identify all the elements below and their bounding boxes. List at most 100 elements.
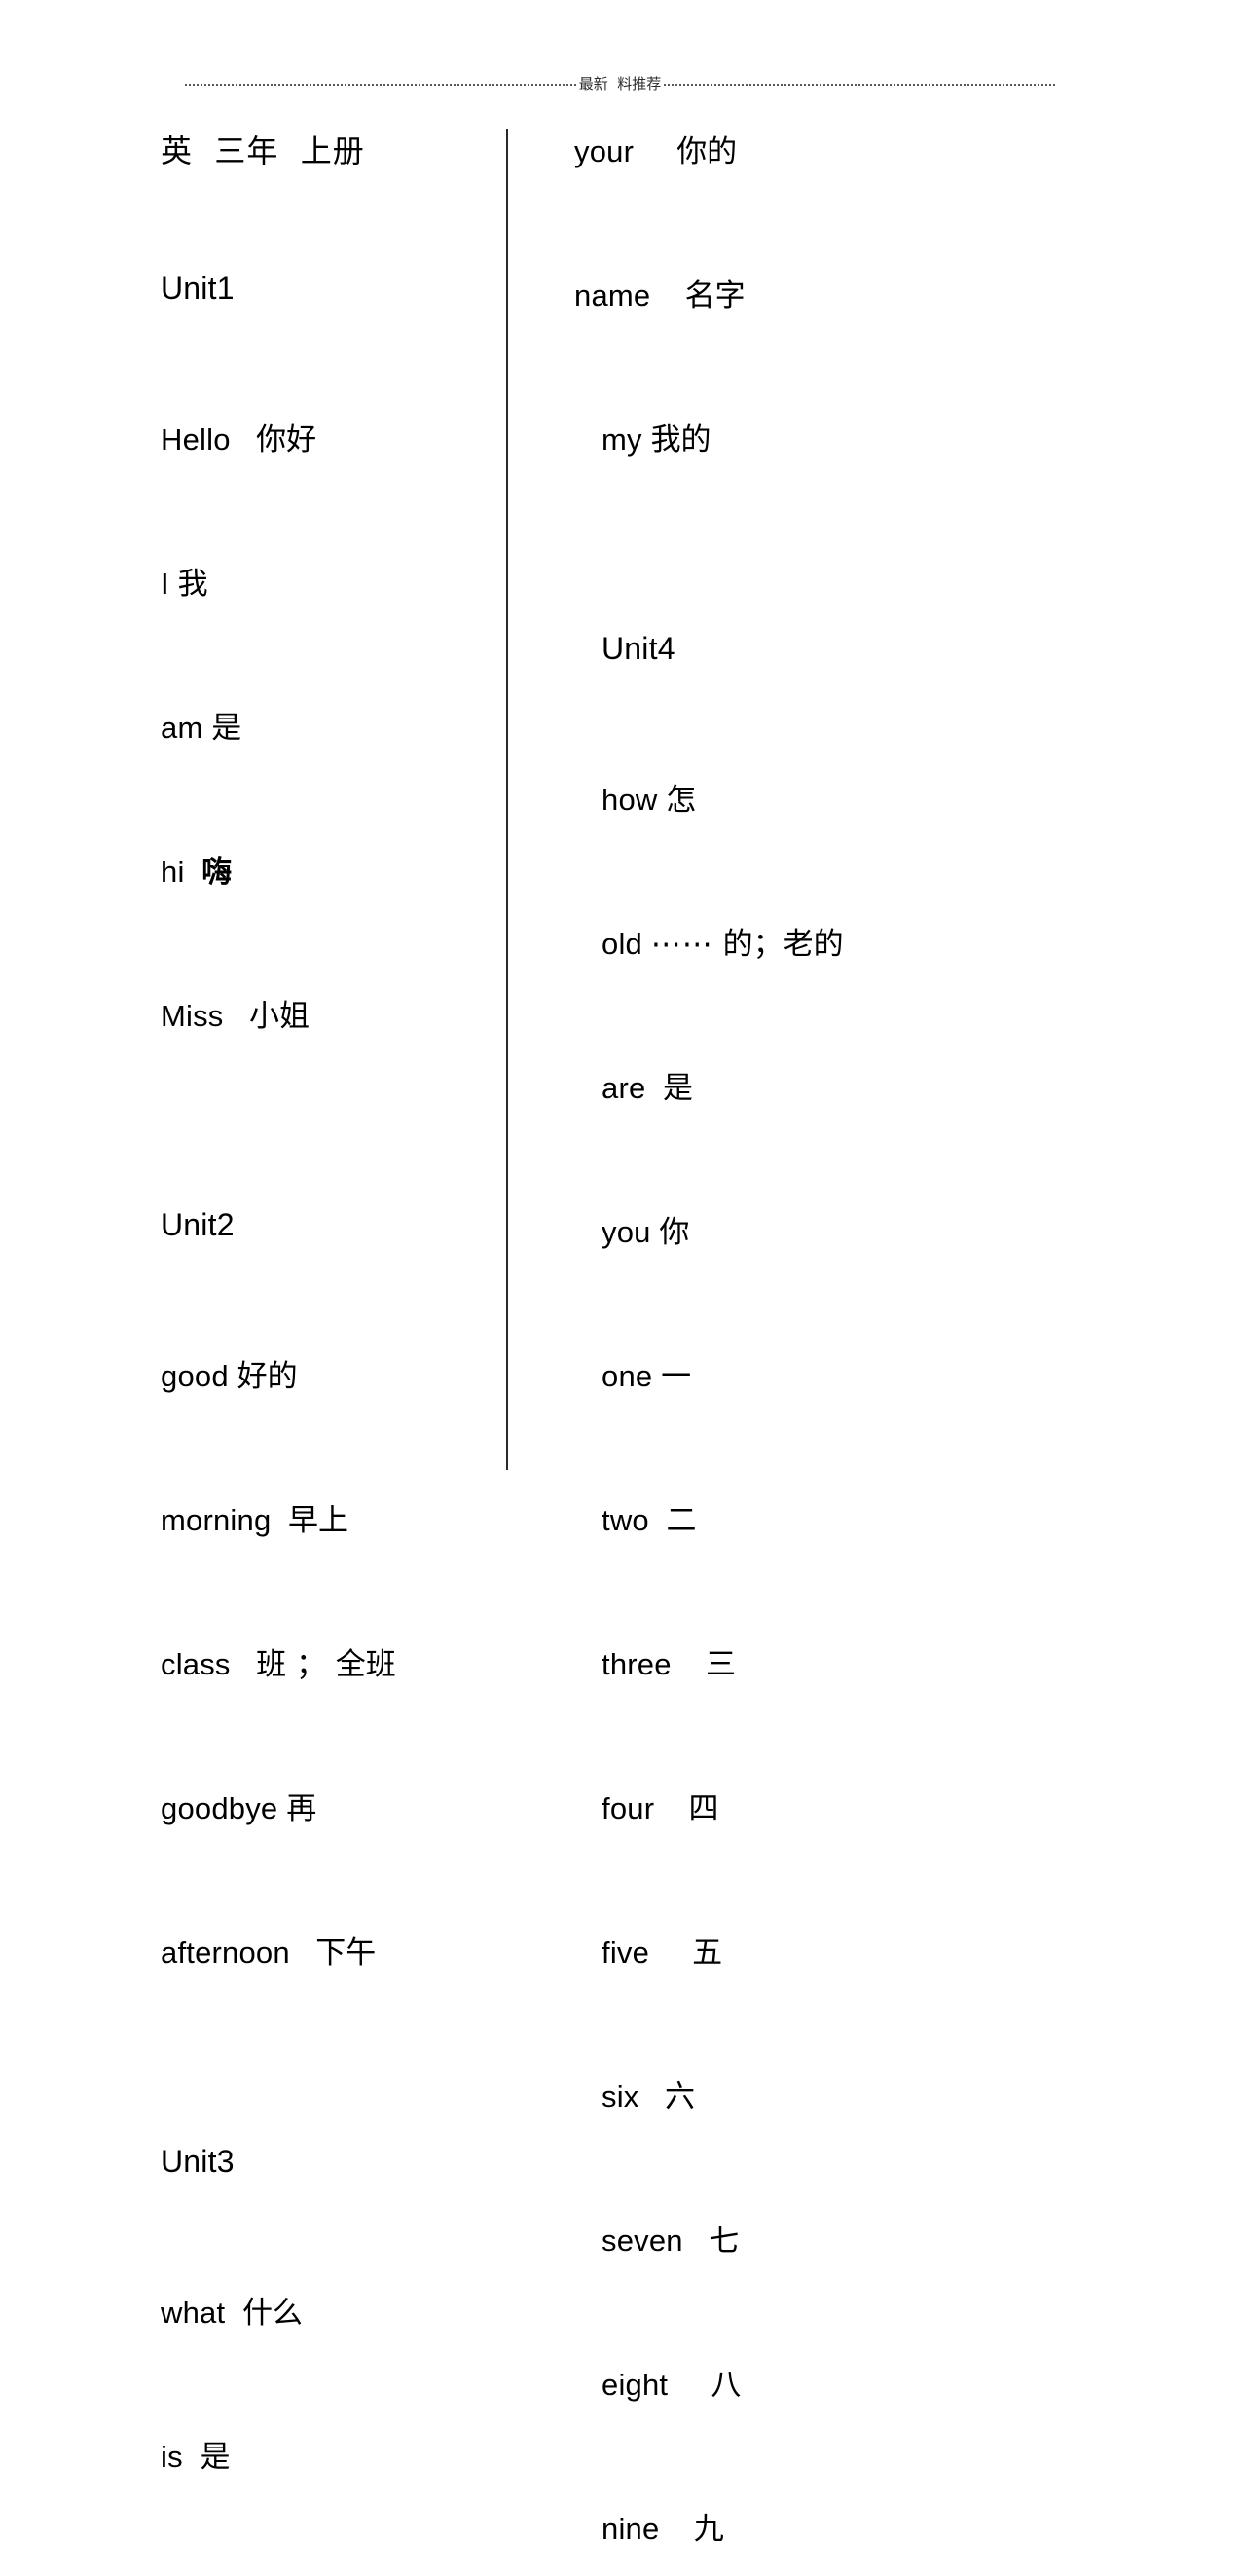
- vocabulary-english: Miss: [161, 999, 224, 1033]
- unit-heading: Unit1: [161, 271, 482, 343]
- vocabulary-entry: are 是: [574, 1063, 983, 1135]
- vocabulary-gap: [668, 2368, 711, 2403]
- spacer-row: [574, 1856, 983, 1928]
- vocabulary-gap: [634, 134, 676, 169]
- spacer-row: [574, 2000, 983, 2072]
- spacer-row: [574, 703, 983, 775]
- vocabulary-entry: am 是: [161, 703, 482, 775]
- vocabulary-english: five: [602, 1935, 650, 1969]
- spacer-row: [161, 199, 482, 271]
- vocabulary-english: what: [161, 2296, 226, 2330]
- vocabulary-english: I: [161, 567, 169, 601]
- spacer-row: [574, 2432, 983, 2504]
- vocabulary-chinese: 八: [711, 2368, 742, 2403]
- vocabulary-english: six: [602, 2079, 639, 2114]
- spacer-row: [574, 847, 983, 919]
- vocabulary-chinese: 班 ； 全班: [256, 1647, 396, 1682]
- vocabulary-chinese: 二: [666, 1503, 697, 1538]
- vocabulary-gap: [649, 1503, 667, 1538]
- vocabulary-chinese: 怎: [666, 783, 697, 818]
- vocabulary-entry: three 三: [574, 1639, 983, 1711]
- unit-heading: Unit3: [161, 2144, 482, 2216]
- vocabulary-entry: class 班 ； 全班: [161, 1639, 482, 1711]
- vocabulary-entry: five 五: [574, 1928, 983, 2000]
- spacer-row: [161, 1423, 482, 1495]
- vocabulary-chinese: 五: [692, 1935, 723, 1970]
- vocabulary-gap: [650, 278, 684, 313]
- vocabulary-entry: old ⋯⋯ 的；老的: [574, 919, 983, 991]
- vocabulary-gap: [649, 1935, 692, 1970]
- vocabulary-chinese: 好的: [237, 1359, 298, 1394]
- vocabulary-gap: [202, 711, 211, 746]
- spacer-row: [574, 1279, 983, 1351]
- vocabulary-entry: one 一: [574, 1351, 983, 1423]
- vocabulary-gap: [277, 1791, 286, 1826]
- spacer-row: [574, 991, 983, 1063]
- spacer-row: [574, 1423, 983, 1495]
- spacer-row: [161, 1711, 482, 1784]
- vocabulary-chinese: 名字: [684, 278, 746, 313]
- spacer-row: [161, 2360, 482, 2432]
- vocabulary-entry: eight 八: [574, 2360, 983, 2432]
- vocabulary-chinese: 下午: [315, 1935, 377, 1970]
- vocabulary-chinese: 是: [200, 2440, 231, 2475]
- spacer-row: [161, 1279, 482, 1351]
- spacer-row: [574, 199, 983, 271]
- vocabulary-english: four: [602, 1791, 655, 1825]
- vocabulary-chinese: 七: [709, 2224, 740, 2259]
- spacer-row: [161, 2072, 482, 2144]
- vocabulary-entry: nine 九: [574, 2504, 983, 2576]
- vocabulary-chinese: 四: [688, 1791, 719, 1826]
- spacer-row: [161, 2000, 482, 2072]
- vocabulary-english: afternoon: [161, 1935, 290, 1969]
- vocabulary-chinese: 再: [286, 1791, 317, 1826]
- vocabulary-gap: [657, 783, 666, 818]
- vocabulary-gap: [229, 1359, 237, 1394]
- vocabulary-gap: [231, 423, 256, 458]
- vocabulary-gap: [651, 1215, 660, 1250]
- vocabulary-entry: goodbye 再: [161, 1784, 482, 1856]
- spacer-row: [161, 775, 482, 847]
- vocabulary-chinese: 是: [211, 711, 242, 746]
- vocabulary-english: old: [602, 927, 642, 961]
- spacer-row: [574, 559, 983, 631]
- vocabulary-english: class: [161, 1647, 231, 1681]
- vocabulary-english: am: [161, 711, 203, 745]
- vocabulary-gap: [642, 927, 651, 962]
- vocabulary-chinese: 你: [659, 1215, 690, 1250]
- spacer-row: [574, 1567, 983, 1639]
- vocabulary-chinese: 六: [664, 2079, 695, 2115]
- vocabulary-entry: name 名字: [574, 271, 983, 343]
- vocabulary-english: one: [602, 1359, 653, 1393]
- vocabulary-english: two: [602, 1503, 649, 1537]
- vocabulary-entry: hi 嗨: [161, 847, 482, 919]
- vocabulary-entry: two 二: [574, 1495, 983, 1567]
- vocabulary-gap: [642, 423, 651, 458]
- vocabulary-entry: Miss 小姐: [161, 991, 482, 1063]
- spacer-row: [574, 487, 983, 559]
- vocabulary-chinese: 的；老的: [712, 927, 844, 962]
- spacer-row: [574, 1135, 983, 1207]
- vocabulary-gap: [659, 2512, 693, 2547]
- vocabulary-entry: you 你: [574, 1207, 983, 1279]
- vocabulary-english: seven: [602, 2224, 683, 2258]
- vocabulary-gap: [231, 1647, 256, 1682]
- vocabulary-entry: good 好的: [161, 1351, 482, 1423]
- vocabulary-gap: [654, 1791, 688, 1826]
- vocabulary-english: my: [602, 423, 642, 457]
- spacer-row: [574, 2144, 983, 2216]
- vocabulary-english: Hello: [161, 423, 231, 457]
- vocabulary-entry: my 我的: [574, 415, 983, 487]
- spacer-row: [161, 2216, 482, 2288]
- vocabulary-entry: how 怎: [574, 775, 983, 847]
- vocabulary-chinese: 我: [177, 567, 208, 602]
- vocabulary-english: eight: [602, 2368, 669, 2402]
- vocabulary-chinese: 我的: [650, 423, 711, 458]
- vocabulary-entry: what 什么: [161, 2288, 482, 2360]
- vocabulary-chinese: 早上: [288, 1503, 349, 1538]
- vocabulary-entry: six 六: [574, 2072, 983, 2144]
- vocabulary-gap: [225, 2296, 242, 2331]
- vocabulary-gap: [652, 1359, 661, 1394]
- vocabulary-gap: [185, 855, 202, 890]
- vocabulary-english: three: [602, 1647, 672, 1681]
